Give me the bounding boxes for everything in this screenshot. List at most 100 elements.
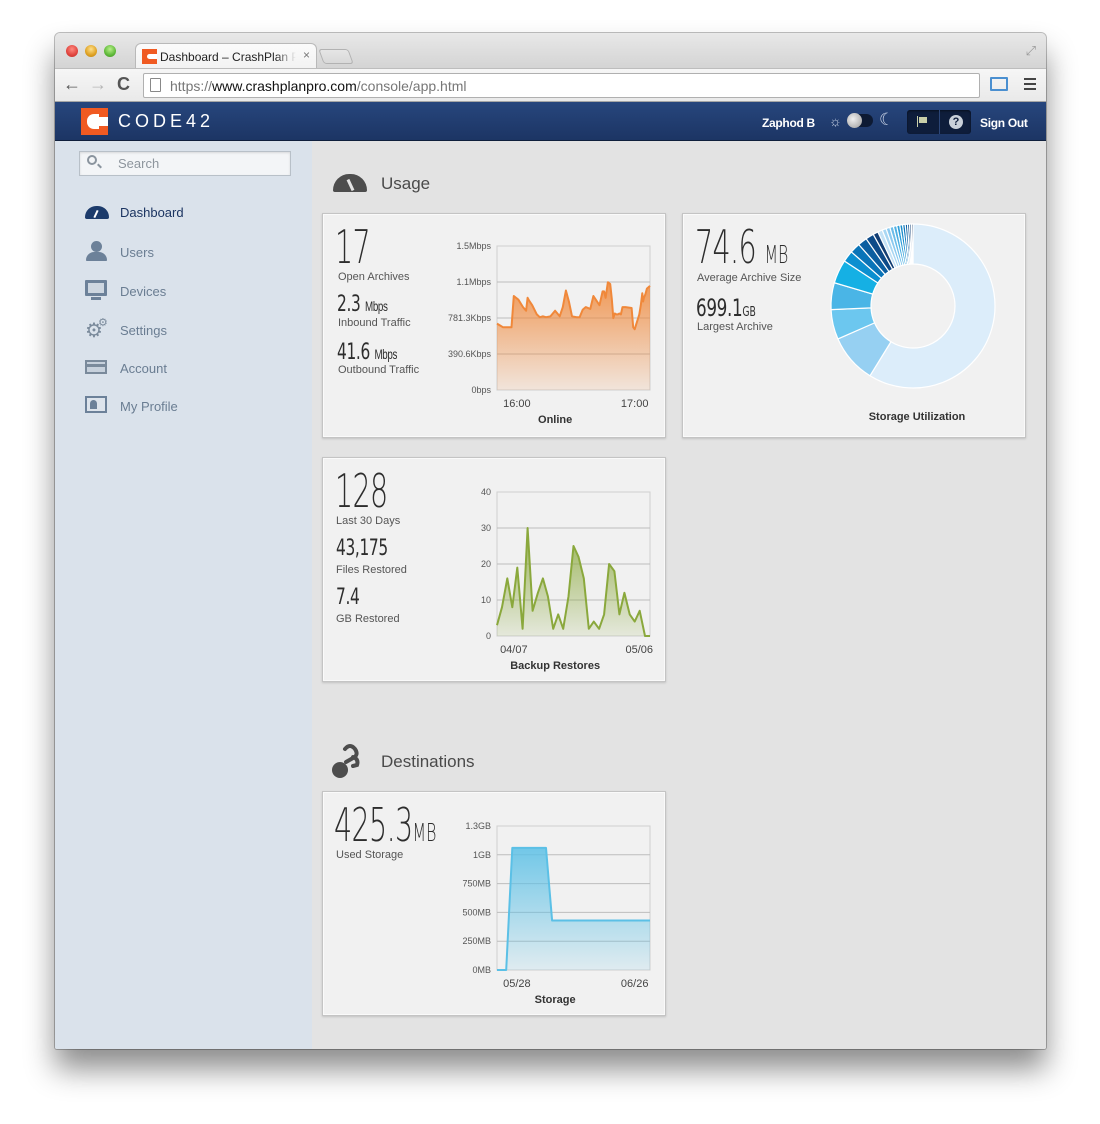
gears-icon xyxy=(85,316,109,341)
help-icon[interactable]: ? xyxy=(949,115,963,129)
inbound-number: 2.3 xyxy=(337,292,361,317)
area-fill xyxy=(497,282,650,390)
flag-icon[interactable] xyxy=(917,116,928,127)
used-storage-label: Used Storage xyxy=(336,849,404,861)
new-tab-button[interactable] xyxy=(318,49,354,64)
search-box xyxy=(79,151,291,176)
theme-toggle[interactable] xyxy=(847,113,873,128)
browser-tab-dashboard[interactable]: Dashboard – CrashPlan PRO × xyxy=(135,43,317,69)
logo-text: CODE42 xyxy=(118,111,215,131)
sidebar-item-dashboard[interactable]: Dashboard xyxy=(85,201,285,227)
y-tick-label: 500MB xyxy=(462,907,491,917)
y-tick-label: 1GB xyxy=(473,850,491,860)
url-host: www.crashplanpro.com xyxy=(212,78,357,94)
address-bar[interactable]: https://www.crashplanpro.com/console/app… xyxy=(143,73,980,98)
destinations-card[interactable]: 425.3MB Used Storage 0MB 250MB 500MB 750MB 1… xyxy=(322,791,666,1016)
y-tick-label: 1.1Mbps xyxy=(456,277,491,287)
tab-close-icon[interactable]: × xyxy=(303,48,310,62)
reload-icon[interactable]: C xyxy=(117,74,130,94)
average-archive-size-value: 74.6 MB xyxy=(695,220,788,274)
pie-slice xyxy=(910,223,914,265)
chart-title: Storage Utilization xyxy=(869,411,966,423)
storage-utilization-card[interactable]: 74.6 MB Average Archive Size 699.1GB Lar… xyxy=(682,213,1026,438)
y-tick-label: 0 xyxy=(486,631,491,641)
y-tick-label: 40 xyxy=(481,487,491,497)
back-arrow-icon[interactable]: ← xyxy=(63,74,81,94)
sidebar-item-label: Users xyxy=(120,245,154,260)
screen-capture-icon[interactable] xyxy=(990,77,1008,91)
user-icon xyxy=(85,241,109,263)
x-tick-label: 17:00 xyxy=(621,398,649,410)
files-restored-label: Files Restored xyxy=(336,564,407,576)
used-storage-number: 425.3 xyxy=(334,798,413,852)
monitor-icon xyxy=(85,280,109,302)
sun-icon: ☼ xyxy=(829,113,842,129)
y-tick-label: 10 xyxy=(481,595,491,605)
y-tick-label: 0MB xyxy=(472,965,491,975)
url-path: /console/app.html xyxy=(356,78,467,94)
window-close-button[interactable] xyxy=(66,45,78,57)
open-archives-value: 17 xyxy=(335,220,371,274)
sidebar-item-label: Account xyxy=(120,361,167,376)
online-traffic-chart[interactable]: 0bps 390.6Kbps 781.3Kbps 1.1Mbps 1.5Mbps 16:0… xyxy=(423,232,663,426)
hamburger-menu-icon[interactable] xyxy=(1024,78,1036,90)
largest-archive-value: 699.1GB xyxy=(696,294,756,322)
area-fill xyxy=(497,847,650,970)
usage-section-title: Usage xyxy=(381,174,431,193)
window-zoom-button[interactable] xyxy=(104,45,116,57)
backup-restores-card[interactable]: 128 Last 30 Days 43,175 Files Restored 7… xyxy=(322,457,666,682)
sidebar: Dashboard Users Devices Settings Account… xyxy=(55,141,312,1049)
browser-toolbar: ← → C https://www.crashplanpro.com/conso… xyxy=(55,68,1046,102)
sidebar-item-settings[interactable]: Settings xyxy=(85,316,285,345)
outbound-traffic-label: Outbound Traffic xyxy=(338,364,420,376)
y-tick-label: 0bps xyxy=(471,385,491,395)
moon-icon: ☾ xyxy=(879,110,895,129)
sidebar-item-label: Devices xyxy=(120,284,167,299)
destinations-section-title: Destinations xyxy=(381,752,475,771)
browser-window: Dashboard – CrashPlan PRO × ⤢ ← → C http… xyxy=(55,33,1046,1049)
search-input[interactable] xyxy=(118,156,278,171)
sidebar-item-account[interactable]: Account xyxy=(85,357,285,383)
window-minimize-button[interactable] xyxy=(85,45,97,57)
y-tick-label: 781.3Kbps xyxy=(448,313,492,323)
outbound-number: 41.6 xyxy=(337,340,370,365)
chart-title: Online xyxy=(538,414,572,426)
profile-card-icon xyxy=(85,395,109,417)
restores-count-value: 128 xyxy=(335,464,388,518)
largest-unit: GB xyxy=(742,305,756,320)
inbound-traffic-value: 2.3 Mbps xyxy=(337,292,388,317)
url-text[interactable]: https://www.crashplanpro.com/console/app… xyxy=(170,78,467,94)
sidebar-item-label: Dashboard xyxy=(120,205,184,220)
x-tick-label: 05/06 xyxy=(626,644,654,656)
forward-arrow-icon[interactable]: → xyxy=(89,74,107,94)
page-icon xyxy=(150,78,161,92)
user-name-link[interactable]: Zaphod B xyxy=(762,116,815,130)
sidebar-item-devices[interactable]: Devices xyxy=(85,280,285,306)
toggle-knob xyxy=(847,113,862,128)
open-archives-label: Open Archives xyxy=(338,271,410,283)
code42-logo-icon xyxy=(81,108,108,135)
area-fill xyxy=(497,528,650,636)
files-restored-value: 43,175 xyxy=(336,536,388,561)
outbound-unit: Mbps xyxy=(374,346,398,362)
used-storage-value: 425.3MB xyxy=(334,798,436,852)
gb-restored-value: 7.4 xyxy=(336,585,360,610)
online-card[interactable]: 17 Open Archives 2.3 Mbps Inbound Traffi… xyxy=(322,213,666,438)
sidebar-item-users[interactable]: Users xyxy=(85,241,285,267)
header-button-group: ? xyxy=(907,110,971,134)
divider xyxy=(939,110,940,134)
fullscreen-icon[interactable]: ⤢ xyxy=(1026,43,1036,59)
app-header: CODE42 Zaphod B ☼ ☾ ? Sign Out xyxy=(55,102,1046,141)
browser-tab-bar: Dashboard – CrashPlan PRO × ⤢ xyxy=(55,33,1046,69)
average-archive-size-label: Average Archive Size xyxy=(697,272,802,284)
inbound-traffic-label: Inbound Traffic xyxy=(338,317,411,329)
y-tick-label: 1.5Mbps xyxy=(456,241,491,251)
x-tick-label: 16:00 xyxy=(503,398,531,410)
backup-restores-chart[interactable]: 0 10 20 30 40 04/07 05/06 Backup Restores xyxy=(423,478,663,672)
storage-utilization-chart[interactable]: Storage Utilization xyxy=(823,223,1023,434)
storage-chart[interactable]: 0MB 250MB 500MB 750MB 1GB 1.3GB 05/28 06/26 Stor… xyxy=(423,812,663,1006)
sign-out-link[interactable]: Sign Out xyxy=(980,116,1028,130)
y-tick-label: 750MB xyxy=(462,879,491,889)
sidebar-item-my-profile[interactable]: My Profile xyxy=(85,395,285,421)
url-scheme: https:// xyxy=(170,78,213,94)
